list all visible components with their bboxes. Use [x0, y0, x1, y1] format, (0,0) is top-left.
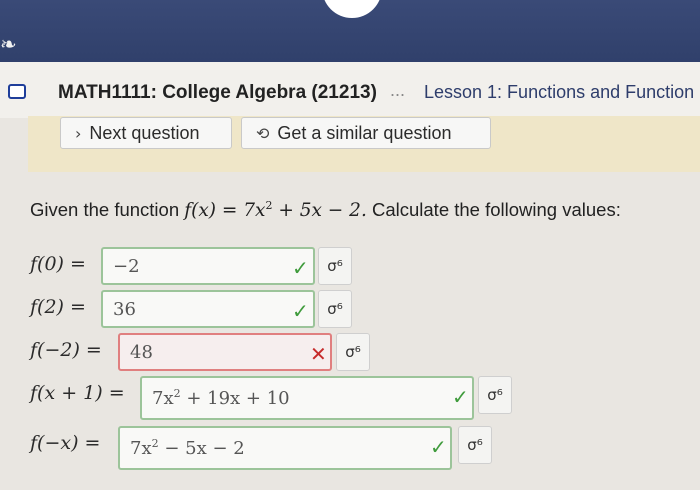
- keyboard-button[interactable]: σ⁶: [318, 247, 352, 285]
- keyboard-button[interactable]: σ⁶: [336, 333, 370, 371]
- course-title[interactable]: MATH1111: College Algebra (21213): [58, 82, 377, 104]
- answer-value: 36: [113, 298, 136, 320]
- ellipsis-icon[interactable]: ...: [390, 80, 405, 101]
- answer-label: f(−2) =: [30, 339, 102, 361]
- answer-value: 7x2 + 19x + 10: [152, 387, 290, 409]
- keyboard-button[interactable]: σ⁶: [478, 376, 512, 414]
- lesson-title[interactable]: Lesson 1: Functions and Function N: [424, 82, 700, 103]
- answer-label: f(x + 1) =: [30, 382, 125, 404]
- answer-field[interactable]: 36: [101, 290, 315, 328]
- answer-value: 48: [130, 341, 153, 363]
- question-function: f(x) = 7x2 + 5x − 2.: [184, 199, 367, 222]
- menu-icon[interactable]: ❧: [0, 32, 17, 56]
- next-question-button[interactable]: › Next question: [60, 117, 232, 149]
- course-header: MATH1111: College Algebra (21213) ... Le…: [0, 62, 700, 118]
- similar-question-label: Get a similar question: [277, 122, 452, 143]
- chevron-right-icon: ›: [75, 123, 82, 143]
- check-icon: ✓: [292, 256, 309, 280]
- course-icon[interactable]: [8, 84, 26, 99]
- answer-field[interactable]: 48: [118, 333, 332, 371]
- question-suffix: Calculate the following values:: [366, 199, 621, 221]
- question-text: Given the function f(x) = 7x2 + 5x − 2. …: [30, 199, 621, 221]
- check-icon: ✓: [430, 435, 447, 459]
- answer-field[interactable]: −2: [101, 247, 315, 285]
- next-question-label: Next question: [89, 122, 200, 143]
- question-prefix: Given the function: [30, 199, 185, 221]
- answer-field[interactable]: 7x2 − 5x − 2: [118, 426, 452, 470]
- answer-field[interactable]: 7x2 + 19x + 10: [140, 376, 474, 420]
- refresh-icon: ⟲: [256, 123, 270, 143]
- answer-label: f(−x) =: [30, 432, 101, 454]
- keyboard-button[interactable]: σ⁶: [458, 426, 492, 464]
- check-icon: ✓: [452, 385, 469, 409]
- keyboard-button[interactable]: σ⁶: [318, 290, 352, 328]
- cross-icon: ✕: [310, 342, 327, 366]
- similar-question-button[interactable]: ⟲ Get a similar question: [241, 117, 491, 149]
- logo-icon: [322, 0, 382, 18]
- answer-label: f(2) =: [30, 296, 86, 318]
- answer-value: 7x2 − 5x − 2: [130, 437, 245, 459]
- answer-value: −2: [113, 255, 140, 277]
- answer-label: f(0) =: [30, 253, 86, 275]
- top-bar: ❧: [0, 0, 700, 62]
- check-icon: ✓: [292, 299, 309, 323]
